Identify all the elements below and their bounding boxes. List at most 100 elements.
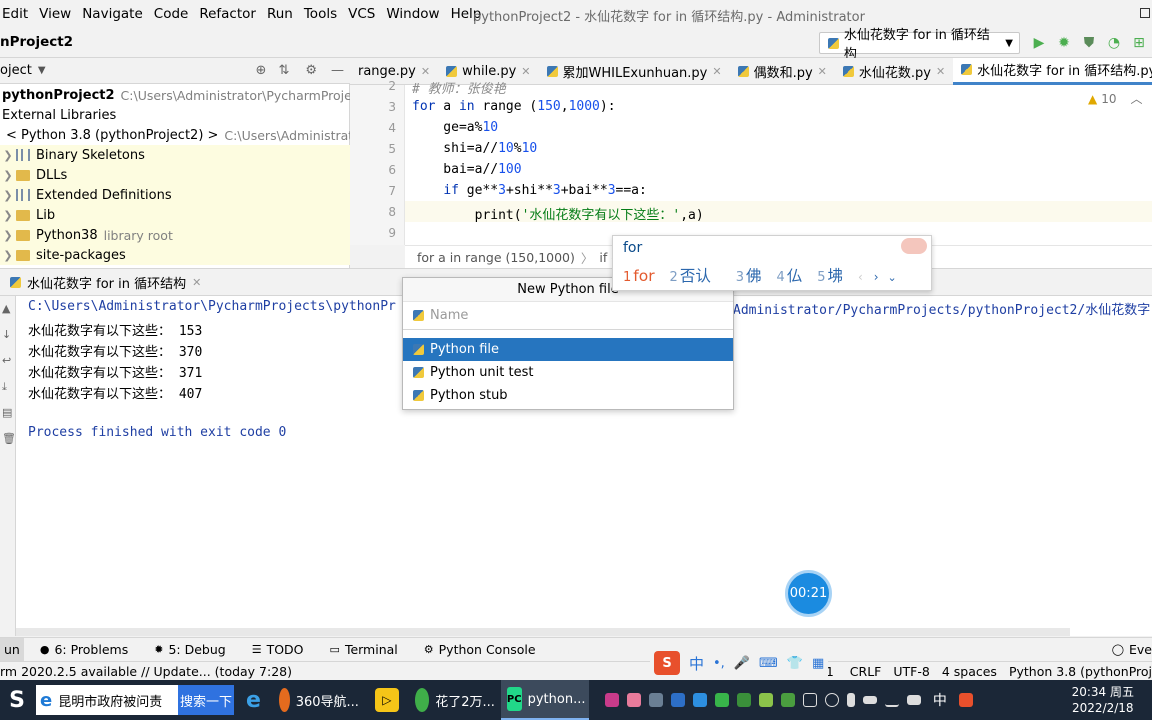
skin-icon[interactable]: 👕 bbox=[787, 656, 803, 671]
menu-run[interactable]: Run bbox=[267, 6, 293, 22]
file-name-input[interactable]: Name bbox=[403, 302, 733, 330]
file-encoding[interactable]: UTF-8 bbox=[893, 664, 929, 679]
chevron-up-icon[interactable]: ︿ bbox=[1131, 90, 1143, 107]
tree-item-external-libraries[interactable]: External Libraries bbox=[0, 105, 350, 125]
chevron-down-icon[interactable]: ⌄ bbox=[887, 271, 896, 284]
toolbox-icon[interactable]: ▦ bbox=[812, 656, 824, 671]
close-icon[interactable]: ✕ bbox=[521, 65, 530, 78]
tray-app-icon[interactable] bbox=[736, 693, 751, 707]
interpreter-select[interactable]: Python 3.8 (pythonProj bbox=[1009, 664, 1152, 679]
tab-shuixianhuashu-py[interactable]: 水仙花数.py ✕ bbox=[835, 58, 953, 85]
tray-app-icon[interactable] bbox=[626, 693, 641, 707]
chevron-right-icon[interactable]: ❯ bbox=[0, 189, 16, 202]
toolwindow-event-log[interactable]: ◯ Eve bbox=[1112, 642, 1152, 657]
wifi-icon[interactable] bbox=[824, 693, 839, 707]
player-icon[interactable]: ▷ bbox=[374, 688, 399, 712]
minimize-icon[interactable]: — bbox=[331, 63, 344, 78]
line-separator[interactable]: CRLF bbox=[850, 664, 882, 679]
menu-tools[interactable]: Tools bbox=[304, 6, 337, 22]
taskbar-app-firefox[interactable]: 360导航... bbox=[273, 680, 365, 720]
menu-view[interactable]: View bbox=[39, 6, 71, 22]
tree-item-python-sdk[interactable]: < Python 3.8 (pythonProject2) > C:\Users… bbox=[0, 125, 370, 145]
tray-app-icon[interactable] bbox=[780, 693, 795, 707]
recording-timer[interactable]: 00:21 bbox=[785, 570, 832, 617]
toolwindow-problems[interactable]: ● 6: Problems bbox=[40, 642, 128, 657]
close-icon[interactable]: ✕ bbox=[712, 65, 721, 78]
toolwindow-python-console[interactable]: ⚙ Python Console bbox=[424, 642, 536, 657]
tree-item-binary-skeletons[interactable]: ❯ Binary Skeletons bbox=[0, 145, 350, 165]
gear-icon[interactable]: ⚙ bbox=[305, 63, 317, 78]
run-tab-label[interactable]: 水仙花数字 for in 循环结构 bbox=[27, 273, 186, 292]
chevron-down-icon[interactable]: ▼ bbox=[38, 65, 46, 76]
chevron-right-icon[interactable]: ❯ bbox=[0, 249, 16, 262]
tray-app-icon[interactable] bbox=[758, 693, 773, 707]
template-python-file[interactable]: Python file bbox=[403, 338, 733, 361]
template-python-unit-test[interactable]: Python unit test bbox=[403, 361, 733, 384]
input-language[interactable]: 中 bbox=[933, 690, 947, 710]
chevron-left-icon[interactable]: ‹ bbox=[858, 270, 863, 284]
start-icon[interactable]: S bbox=[0, 688, 34, 713]
tab-active-file[interactable]: 水仙花数字 for in 循环结构.py ✕ bbox=[953, 57, 1152, 85]
taskbar-search-box[interactable]: e 昆明市政府被问责 bbox=[36, 685, 178, 715]
scroll-to-end-icon[interactable]: ⤓ bbox=[2, 380, 7, 394]
close-icon[interactable]: ✕ bbox=[421, 65, 430, 78]
profile-icon[interactable]: ◔ bbox=[1105, 34, 1123, 52]
close-icon[interactable]: ✕ bbox=[936, 65, 945, 78]
tray-app-icon[interactable] bbox=[692, 693, 707, 707]
tree-item-extended-definitions[interactable]: ❯ Extended Definitions bbox=[0, 185, 350, 205]
pen-icon[interactable] bbox=[884, 693, 899, 707]
trash-icon[interactable]: 🗑 bbox=[2, 432, 16, 445]
close-icon[interactable]: ✕ bbox=[192, 276, 201, 289]
search-button[interactable]: 搜索一下 bbox=[178, 685, 234, 715]
sogou-tray-icon[interactable] bbox=[958, 693, 973, 707]
concurrency-icon[interactable]: ⊞ bbox=[1130, 34, 1148, 52]
debug-icon[interactable]: ✹ bbox=[1055, 34, 1073, 52]
keyboard-icon[interactable]: ⌨ bbox=[759, 656, 778, 671]
chevron-right-icon[interactable]: › bbox=[874, 270, 879, 284]
tree-item-project-root[interactable]: pythonProject2 C:\Users\Administrator\Py… bbox=[0, 85, 390, 105]
down-icon[interactable]: ↓ bbox=[2, 328, 11, 341]
restore-window-icon[interactable] bbox=[1140, 8, 1150, 18]
tray-app-icon[interactable] bbox=[714, 693, 729, 707]
volume-icon[interactable] bbox=[802, 693, 817, 707]
ime-candidate-1[interactable]: 1 for bbox=[623, 267, 655, 285]
chevron-right-icon[interactable]: ❯ bbox=[0, 149, 16, 162]
menu-code[interactable]: Code bbox=[154, 6, 189, 22]
toolwindow-todo[interactable]: ☰ TODO bbox=[252, 642, 304, 657]
tree-item-dlls[interactable]: ❯ DLLs bbox=[0, 165, 350, 185]
clock[interactable]: 20:34 周五 2022/2/18 bbox=[1072, 684, 1134, 716]
ime-candidate-5[interactable]: 5坲 bbox=[817, 267, 843, 285]
inspection-widget[interactable]: ▲ 10 ︿ bbox=[1088, 90, 1143, 107]
chevron-right-icon[interactable]: ❯ bbox=[0, 229, 16, 242]
microphone-icon[interactable]: 🎤 bbox=[734, 656, 750, 671]
microphone-icon[interactable] bbox=[846, 693, 855, 707]
template-python-stub[interactable]: Python stub bbox=[403, 384, 733, 407]
menu-navigate[interactable]: Navigate bbox=[82, 6, 143, 22]
tray-app-icon[interactable] bbox=[648, 693, 663, 707]
network-icon[interactable] bbox=[906, 695, 921, 705]
ime-candidate-2[interactable]: 2 否认 bbox=[670, 267, 711, 285]
update-notification[interactable]: rm 2020.2.5 available // Update... (toda… bbox=[0, 664, 292, 679]
coverage-icon[interactable]: ⛊ bbox=[1080, 34, 1098, 52]
breadcrumb-for[interactable]: for a in range (150,1000) bbox=[417, 250, 575, 265]
taskbar-app-pycharm[interactable]: PC python... bbox=[500, 680, 589, 720]
sogou-logo-icon[interactable]: S bbox=[654, 651, 680, 675]
run-icon[interactable]: ▶ bbox=[1030, 34, 1048, 52]
indent-setting[interactable]: 4 spaces bbox=[942, 664, 997, 679]
soft-wrap-icon[interactable]: ↩ bbox=[2, 354, 11, 367]
tree-item-site-packages[interactable]: ❯ site-packages bbox=[0, 245, 350, 265]
edge-icon[interactable]: e bbox=[246, 688, 261, 713]
horizontal-scrollbar[interactable] bbox=[16, 628, 1070, 636]
tree-item-lib[interactable]: ❯ Lib bbox=[0, 205, 350, 225]
punctuation-icon[interactable]: •, bbox=[713, 656, 725, 671]
toolwindow-debug[interactable]: ✹ 5: Debug bbox=[154, 642, 225, 657]
ime-candidate-4[interactable]: 4仏 bbox=[777, 267, 803, 285]
project-breadcrumb[interactable]: nProject2 bbox=[0, 34, 73, 50]
menu-window[interactable]: Window bbox=[386, 6, 439, 22]
locate-icon[interactable]: ⊕ bbox=[256, 63, 267, 78]
tree-item-python38[interactable]: ❯ Python38 library root bbox=[0, 225, 350, 245]
taskbar-app-360[interactable]: 花了2万... bbox=[409, 680, 501, 720]
print-icon[interactable]: ▤ bbox=[2, 406, 12, 419]
toolwindow-run[interactable]: un bbox=[0, 638, 24, 661]
ime-lang-toggle[interactable]: 中 bbox=[689, 653, 704, 674]
